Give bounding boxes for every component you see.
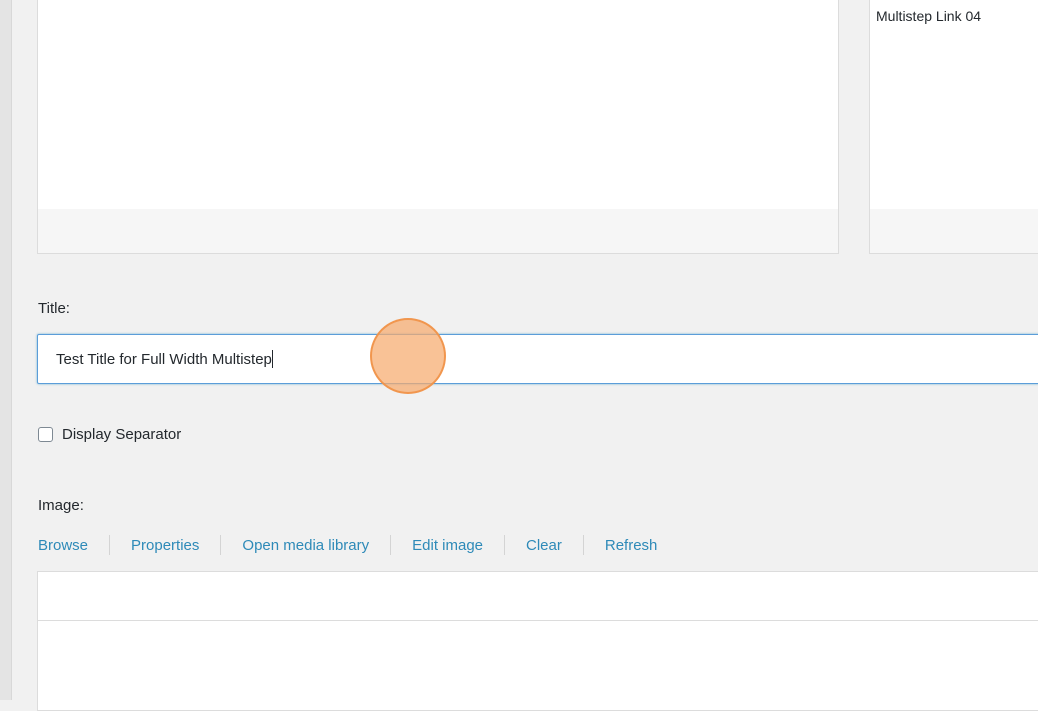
title-label: Title: [38, 300, 70, 317]
left-edge-strip [0, 0, 12, 700]
click-indicator [370, 318, 446, 394]
open-media-library-link[interactable]: Open media library [242, 537, 369, 554]
display-separator-label[interactable]: Display Separator [62, 426, 181, 443]
text-caret [271, 350, 273, 368]
properties-link[interactable]: Properties [131, 537, 199, 554]
image-label: Image: [38, 497, 84, 514]
toolbar-divider [390, 535, 392, 555]
display-separator-checkbox[interactable] [38, 426, 53, 442]
toolbar-divider [582, 535, 584, 555]
multistep-link-panel: Multistep Link 04 [869, 0, 1038, 254]
edit-image-link[interactable]: Edit image [412, 537, 483, 554]
browse-link[interactable]: Browse [38, 537, 88, 554]
image-box-divider [38, 620, 1038, 621]
image-toolbar: Browse Properties Open media library Edi… [38, 535, 657, 555]
panel-footer [870, 209, 1038, 253]
image-preview-box[interactable] [37, 571, 1038, 711]
multistep-link-label[interactable]: Multistep Link 04 [876, 8, 981, 24]
title-input-value[interactable]: Test Title for Full Width Multistep [56, 350, 273, 368]
clear-link[interactable]: Clear [526, 537, 562, 554]
display-separator-row[interactable]: Display Separator [38, 424, 181, 444]
toolbar-divider [504, 535, 506, 555]
title-input[interactable]: Test Title for Full Width Multistep [37, 334, 1038, 384]
content-preview-panel [37, 0, 839, 254]
toolbar-divider [109, 535, 111, 555]
panel-footer [38, 209, 838, 253]
refresh-link[interactable]: Refresh [605, 537, 658, 554]
toolbar-divider [220, 535, 222, 555]
